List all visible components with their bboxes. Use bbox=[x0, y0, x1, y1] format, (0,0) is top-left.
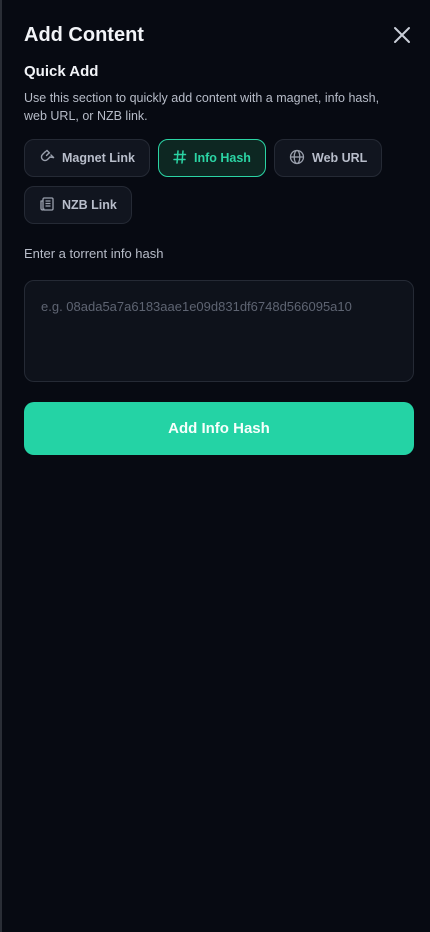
magnet-link-button[interactable]: Magnet Link bbox=[24, 139, 150, 177]
close-icon bbox=[393, 26, 411, 49]
web-url-label: Web URL bbox=[312, 151, 368, 165]
nzb-link-button[interactable]: NZB Link bbox=[24, 186, 132, 224]
magnet-icon bbox=[39, 149, 55, 168]
info-hash-field-label: Enter a torrent info hash bbox=[24, 246, 164, 261]
quick-add-description: Use this section to quickly add content … bbox=[24, 91, 380, 123]
add-content-panel: Add Content Quick Add Use this section t… bbox=[0, 0, 430, 932]
info-hash-label: Info Hash bbox=[194, 151, 251, 165]
nzb-link-label: NZB Link bbox=[62, 198, 117, 212]
info-hash-button[interactable]: Info Hash bbox=[158, 139, 266, 177]
quick-add-title: Quick Add bbox=[24, 63, 99, 80]
hash-icon bbox=[173, 149, 187, 167]
add-info-hash-button[interactable]: Add Info Hash bbox=[24, 402, 414, 455]
web-url-button[interactable]: Web URL bbox=[274, 139, 383, 177]
globe-icon bbox=[289, 149, 305, 168]
panel-title: Add Content bbox=[24, 24, 144, 46]
newspaper-icon bbox=[39, 196, 55, 215]
magnet-link-label: Magnet Link bbox=[62, 151, 135, 165]
info-hash-input[interactable] bbox=[24, 280, 414, 382]
close-button[interactable] bbox=[390, 25, 414, 49]
